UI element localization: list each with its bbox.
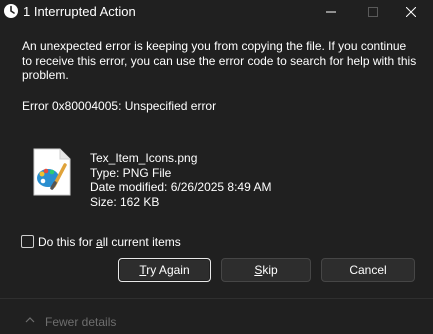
- footer: Fewer details: [0, 298, 433, 334]
- file-details: Tex_Item_Icons.png Type: PNG File Date m…: [90, 151, 271, 209]
- window-title: 1 Interrupted Action: [23, 4, 136, 19]
- minimize-button[interactable]: [309, 0, 353, 24]
- title-bar[interactable]: 1 Interrupted Action: [0, 0, 433, 24]
- checkbox-box[interactable]: [21, 235, 34, 248]
- file-date-modified: Date modified: 6/26/2025 8:49 AM: [90, 180, 272, 194]
- fewer-details-toggle[interactable]: Fewer details: [45, 315, 116, 329]
- file-size: Size: 162 KB: [90, 194, 160, 209]
- skip-button[interactable]: Skip: [221, 258, 311, 282]
- error-code: Error 0x80004005: Unspecified error: [22, 99, 217, 113]
- file-type: Type: PNG File: [90, 165, 172, 180]
- error-message: An unexpected error is keeping you from …: [22, 39, 417, 82]
- maximize-icon: [368, 7, 378, 17]
- chevron-up-icon: [25, 317, 35, 323]
- clock-icon: [3, 3, 19, 19]
- paint-palette-file-icon: [32, 148, 72, 196]
- close-button[interactable]: [389, 0, 433, 24]
- cancel-button[interactable]: Cancel: [321, 258, 415, 282]
- checkbox-label[interactable]: Do this for all current items: [38, 235, 181, 249]
- file-name: Tex_Item_Icons.png: [90, 151, 198, 165]
- try-again-button[interactable]: Try Again: [118, 258, 211, 282]
- minimize-icon: [326, 11, 336, 13]
- close-icon: [406, 7, 416, 17]
